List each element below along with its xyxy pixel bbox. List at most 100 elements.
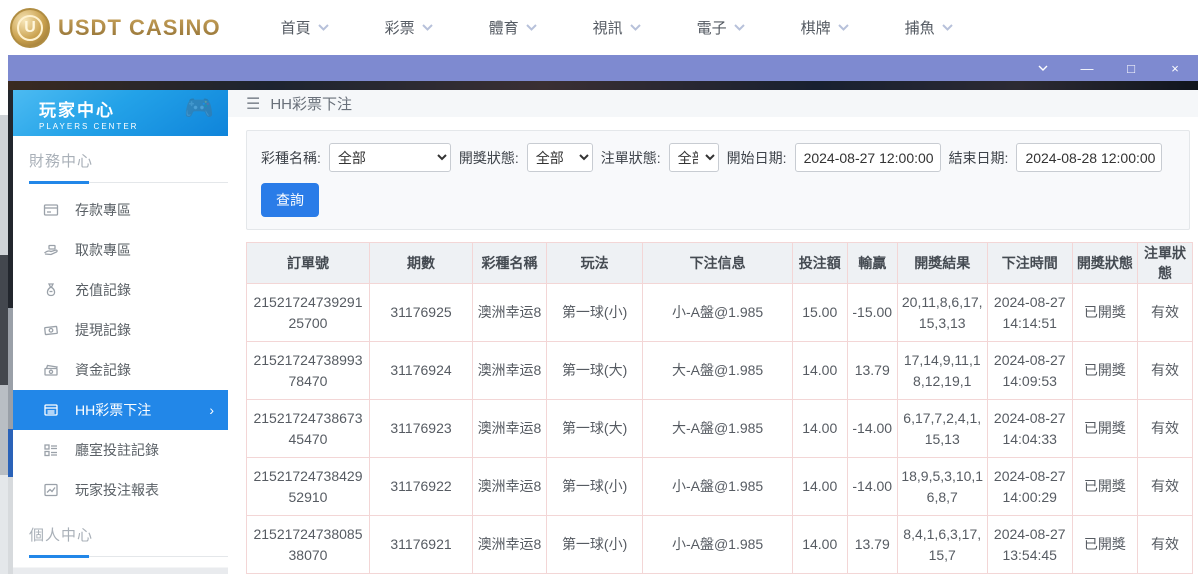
table-cell: 13.79 <box>846 341 898 400</box>
table-header-cell: 投注額 <box>791 242 848 284</box>
chevron-down-icon <box>421 24 433 31</box>
site-logo[interactable]: U USDT CASINO <box>10 7 221 48</box>
window-titlebar[interactable]: — □ × <box>8 55 1198 81</box>
players-center-header: 玩家中心 PLAYERS CENTER 🎮 <box>13 90 228 136</box>
players-center-subtitle: PLAYERS CENTER <box>39 122 139 131</box>
table-cell: 有效 <box>1137 341 1193 400</box>
sidebar-item-withdraw-records[interactable]: 提現記錄 <box>13 310 228 350</box>
table-header-cell: 注單狀態 <box>1137 242 1193 284</box>
table-cell: 14.00 <box>791 515 848 574</box>
table-header-cell: 下注信息 <box>642 242 793 284</box>
table-cell: 已開獎 <box>1071 515 1139 574</box>
start-date-input[interactable] <box>794 143 941 172</box>
window-maximize-icon[interactable]: □ <box>1124 61 1138 76</box>
sidebar-item-deposit[interactable]: 存款專區 <box>13 190 228 230</box>
draw-status-select[interactable]: 全部 <box>526 143 593 172</box>
table-cell: 6,17,7,2,4,1,15,13 <box>896 399 988 458</box>
app-window: — □ × 玩家中心 PLAYERS CENTER 🎮 財務中心 存款專區 取款… <box>8 55 1198 574</box>
table-cell: 2024-08-27 14:04:33 <box>986 399 1073 458</box>
table-cell: 14.00 <box>791 399 848 458</box>
table-header-cell: 開獎狀態 <box>1071 242 1139 284</box>
sidebar-item-fund-records[interactable]: 資金記錄 <box>13 350 228 390</box>
table-cell: 已開獎 <box>1071 283 1139 342</box>
chevron-down-icon <box>837 24 849 31</box>
table-cell: 2152172473867345470 <box>246 399 370 458</box>
sidebar: 玩家中心 PLAYERS CENTER 🎮 財務中心 存款專區 取款專區 充值記… <box>13 90 228 574</box>
section-personal: 個人中心 <box>13 510 228 558</box>
table-cell: 小-A盤@1.985 <box>642 515 793 574</box>
nav-item-home[interactable]: 首頁 <box>281 17 329 38</box>
banknote-icon <box>44 325 58 336</box>
sidebar-item-player-bet-report[interactable]: 玩家投注報表 <box>13 470 228 510</box>
table-cell: 澳洲幸运8 <box>472 283 547 342</box>
sidebar-item-recharge-records[interactable]: 充值記錄 <box>13 270 228 310</box>
breadcrumb: ☰ HH彩票下注 <box>228 90 1198 117</box>
table-cell: 第一球(小) <box>545 515 644 574</box>
table-cell: 14.00 <box>791 457 848 516</box>
bets-table: 訂單號 期數 彩種名稱 玩法 下注信息 投注額 輸贏 開獎結果 下注時間 開獎狀態 注單狀態 215… <box>246 242 1193 574</box>
nav-item-fishing[interactable]: 捕魚 <box>905 17 953 38</box>
site-header: U USDT CASINO 首頁 彩票 體育 視訊 電子 棋牌 捕魚 <box>0 0 1198 55</box>
table-cell: 澳洲幸运8 <box>472 399 547 458</box>
section-finance-label: 財務中心 <box>29 153 94 170</box>
sidebar-item-room-bet-records[interactable]: 廳室投註記錄 <box>13 430 228 470</box>
bet-list-icon <box>44 404 58 416</box>
lottery-name-label: 彩種名稱: <box>261 149 321 166</box>
window-collapse-icon[interactable] <box>1036 61 1050 75</box>
table-cell: 2152172473808538070 <box>246 515 370 574</box>
top-nav: 首頁 彩票 體育 視訊 電子 棋牌 捕魚 <box>281 17 953 38</box>
table-cell: 2152172473929125700 <box>246 283 370 342</box>
table-cell: 大-A盤@1.985 <box>642 399 793 458</box>
list-check-icon <box>44 444 57 457</box>
nav-item-sports[interactable]: 體育 <box>489 17 537 38</box>
table-cell: 17,14,9,11,18,12,19,1 <box>896 341 988 400</box>
report-chart-icon <box>44 483 58 497</box>
table-header-cell: 輸贏 <box>846 242 898 284</box>
table-cell: 15.00 <box>791 283 848 342</box>
window-close-icon[interactable]: × <box>1168 61 1182 76</box>
section-underline <box>29 181 228 184</box>
sidebar-item-hh-lottery-bets[interactable]: HH彩票下注 › <box>13 390 228 430</box>
chevron-down-icon <box>629 24 641 31</box>
hamburger-icon[interactable]: ☰ <box>246 94 260 114</box>
chevron-down-icon <box>733 24 745 31</box>
table-cell: 小-A盤@1.985 <box>642 283 793 342</box>
hand-money-icon <box>44 244 58 256</box>
sidebar-bottom-filler <box>13 558 228 574</box>
draw-status-label: 開獎狀態: <box>458 149 519 166</box>
order-status-select[interactable]: 全部 <box>668 143 719 172</box>
table-cell: 2024-08-27 14:14:51 <box>986 283 1073 342</box>
start-date-label: 開始日期: <box>726 149 787 166</box>
query-button[interactable]: 查詢 <box>261 183 319 217</box>
bank-card-icon <box>43 204 59 216</box>
table-header-row: 訂單號 期數 彩種名稱 玩法 下注信息 投注額 輸贏 開獎結果 下注時間 開獎狀態 注單狀態 <box>246 242 1193 284</box>
lottery-name-select[interactable]: 全部 <box>328 143 451 172</box>
table-cell: 8,4,1,6,3,17,15,7 <box>896 515 988 574</box>
table-cell: 31176922 <box>368 457 474 516</box>
table-cell: 已開獎 <box>1071 457 1139 516</box>
table-cell: -14.00 <box>846 399 898 458</box>
table-cell: 31176924 <box>368 341 474 400</box>
table-cell: 13.79 <box>846 515 898 574</box>
table-cell: 第一球(大) <box>545 341 644 400</box>
table-cell: 已開獎 <box>1071 399 1139 458</box>
table-cell: 有效 <box>1137 283 1193 342</box>
end-date-input[interactable] <box>1016 143 1163 172</box>
table-cell: 31176923 <box>368 399 474 458</box>
nav-item-lottery[interactable]: 彩票 <box>385 17 433 38</box>
sidebar-item-withdraw[interactable]: 取款專區 <box>13 230 228 270</box>
table-header-cell: 下注時間 <box>986 242 1073 284</box>
nav-item-cards[interactable]: 棋牌 <box>801 17 849 38</box>
section-underline <box>29 555 228 558</box>
nav-item-slots[interactable]: 電子 <box>697 17 745 38</box>
table-cell: 31176925 <box>368 283 474 342</box>
table-row: 2152172473899378470 31176924 澳洲幸运8 第一球(大) 大-… <box>246 341 1193 400</box>
section-personal-label: 個人中心 <box>29 527 94 544</box>
nav-item-video[interactable]: 視訊 <box>593 17 641 38</box>
order-status-label: 注單狀態: <box>600 149 661 166</box>
window-minimize-icon[interactable]: — <box>1080 61 1094 76</box>
table-cell: 澳洲幸运8 <box>472 515 547 574</box>
table-cell: 有效 <box>1137 457 1193 516</box>
table-cell: 2024-08-27 14:00:29 <box>986 457 1073 516</box>
table-cell: 已開獎 <box>1071 341 1139 400</box>
